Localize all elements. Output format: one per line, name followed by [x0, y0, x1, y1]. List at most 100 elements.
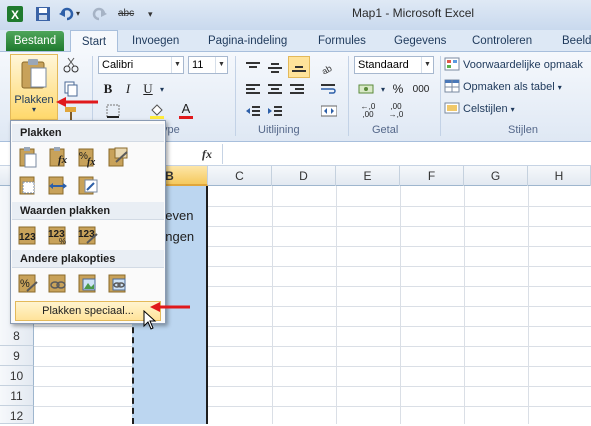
clipboard-icon	[19, 58, 49, 93]
row-header-9[interactable]: 9	[0, 346, 34, 366]
formula-input[interactable]	[222, 144, 591, 164]
paste-button[interactable]: Plakken ▾	[10, 54, 58, 120]
tab-home[interactable]: Start	[70, 30, 118, 53]
svg-text:fx: fx	[58, 154, 68, 166]
ribbon-separator	[440, 56, 441, 136]
underline-button[interactable]: U	[140, 80, 156, 98]
format-as-table-button[interactable]: Opmaken als tabel ▾	[444, 78, 562, 96]
paste-dropdown-icon: ▾	[31, 105, 36, 114]
decrease-indent-icon[interactable]	[244, 102, 262, 120]
redo-icon[interactable]	[90, 5, 108, 23]
paste-keep-source-formatting-icon[interactable]	[105, 144, 131, 170]
ribbon-tabs: Bestand Start Invoegen Pagina-indeling F…	[0, 30, 591, 53]
menu-section-paste-values: Waarden plakken	[12, 202, 164, 220]
mouse-cursor-icon	[143, 309, 157, 330]
menu-section-paste: Plakken	[12, 124, 164, 142]
annotation-arrow-paste	[56, 97, 100, 107]
chevron-down-icon[interactable]: ▼	[421, 57, 433, 73]
fill-color-icon[interactable]	[148, 102, 166, 120]
column-header-e[interactable]: E	[336, 166, 400, 186]
cell-styles-label: Celstijlen	[463, 103, 508, 115]
cut-icon[interactable]	[62, 56, 80, 74]
spelling-icon[interactable]: abc	[118, 5, 142, 23]
tab-file[interactable]: Bestand	[6, 31, 64, 51]
column-header-d[interactable]: D	[272, 166, 336, 186]
italic-button[interactable]: I	[120, 80, 136, 98]
paste-picture-icon[interactable]	[75, 270, 101, 296]
align-top-icon[interactable]	[244, 58, 262, 76]
align-middle-icon[interactable]	[266, 58, 284, 76]
save-icon[interactable]	[34, 5, 52, 23]
svg-text:ab: ab	[320, 63, 334, 74]
font-size-value: 11	[192, 59, 204, 71]
paste-transpose-icon[interactable]	[75, 172, 101, 198]
copy-icon[interactable]	[62, 80, 80, 98]
paste-values-icon[interactable]: 123	[15, 222, 41, 248]
customize-qat-icon[interactable]: ▾	[148, 5, 166, 23]
conditional-format-button[interactable]: Voorwaardelijke opmaak	[444, 56, 583, 74]
tab-insert[interactable]: Invoegen	[132, 30, 179, 52]
row-header-8[interactable]: 8	[0, 326, 34, 346]
paste-special-menu-item[interactable]: Plakken speciaal...	[15, 301, 161, 321]
orientation-icon[interactable]: ab	[318, 58, 340, 76]
conditional-format-label: Voorwaardelijke opmaak	[463, 59, 583, 71]
chevron-down-icon[interactable]: ▼	[215, 57, 227, 73]
format-as-table-label: Opmaken als tabel	[463, 81, 555, 93]
cell-styles-button[interactable]: Celstijlen ▾	[444, 100, 515, 118]
align-bottom-icon[interactable]	[288, 56, 310, 78]
tab-formulas[interactable]: Formules	[318, 30, 366, 52]
tab-review[interactable]: Controleren	[472, 30, 532, 52]
chevron-down-icon[interactable]: ▼	[171, 57, 183, 73]
row-header-10[interactable]: 10	[0, 366, 34, 386]
paste-icon[interactable]	[15, 144, 41, 170]
menu-section-other-paste-options: Andere plakopties	[12, 250, 164, 268]
window-title: Map1 - Microsoft Excel	[352, 6, 475, 20]
increase-decimal-icon[interactable]: ←,0,00	[356, 102, 380, 120]
column-header-g[interactable]: G	[464, 166, 528, 186]
decrease-decimal-icon[interactable]: ,00 →,0	[384, 102, 408, 120]
paste-link-icon[interactable]	[45, 270, 71, 296]
align-left-icon[interactable]	[244, 80, 262, 98]
gridline	[34, 386, 591, 387]
row-header-12[interactable]: 12	[0, 406, 34, 424]
paste-values-number-format-icon[interactable]: 123%	[45, 222, 71, 248]
gridline	[528, 186, 529, 424]
chevron-down-icon[interactable]: ▾	[378, 80, 388, 98]
percent-button[interactable]: %	[390, 80, 406, 98]
number-format-combo[interactable]: Standaard ▼	[354, 56, 434, 74]
paste-no-borders-icon[interactable]	[15, 172, 41, 198]
increase-indent-icon[interactable]	[266, 102, 284, 120]
chevron-down-icon[interactable]: ▾	[158, 80, 166, 98]
alignment-group-label: Uitlijning	[258, 124, 300, 136]
align-center-icon[interactable]	[266, 80, 284, 98]
paste-linked-picture-icon[interactable]	[105, 270, 131, 296]
svg-text:%: %	[59, 237, 66, 246]
tab-page-layout[interactable]: Pagina-indeling	[208, 30, 287, 52]
wrap-text-icon[interactable]	[318, 80, 340, 98]
font-name-combo[interactable]: Calibri ▼	[98, 56, 184, 74]
paste-values-source-formatting-icon[interactable]: 123	[75, 222, 101, 248]
font-size-combo[interactable]: 11 ▼	[188, 56, 228, 74]
currency-icon[interactable]	[356, 80, 376, 98]
paste-formatting-icon[interactable]: %	[15, 270, 41, 296]
column-header-c[interactable]: C	[208, 166, 272, 186]
undo-icon[interactable]	[58, 5, 76, 23]
tab-view[interactable]: Beeld	[562, 30, 591, 52]
borders-icon[interactable]	[104, 102, 122, 120]
column-header-f[interactable]: F	[400, 166, 464, 186]
bold-button[interactable]: B	[100, 80, 116, 98]
insert-function-button[interactable]: fx	[196, 145, 218, 163]
column-header-h[interactable]: H	[528, 166, 591, 186]
merge-center-icon[interactable]	[318, 102, 340, 120]
paste-formulas-number-format-icon[interactable]: % fx	[75, 144, 101, 170]
align-right-icon[interactable]	[288, 80, 306, 98]
thousands-button[interactable]: 000	[410, 80, 432, 98]
paste-column-widths-icon[interactable]	[45, 172, 71, 198]
gridline	[464, 186, 465, 424]
svg-text:fx: fx	[87, 157, 95, 168]
title-bar: X ▾ abc ▾ Map1 - Microsoft Excel	[0, 0, 591, 30]
font-color-icon[interactable]: A	[178, 100, 194, 120]
row-header-11[interactable]: 11	[0, 386, 34, 406]
paste-formulas-icon[interactable]: fx	[45, 144, 71, 170]
tab-data[interactable]: Gegevens	[394, 30, 446, 52]
